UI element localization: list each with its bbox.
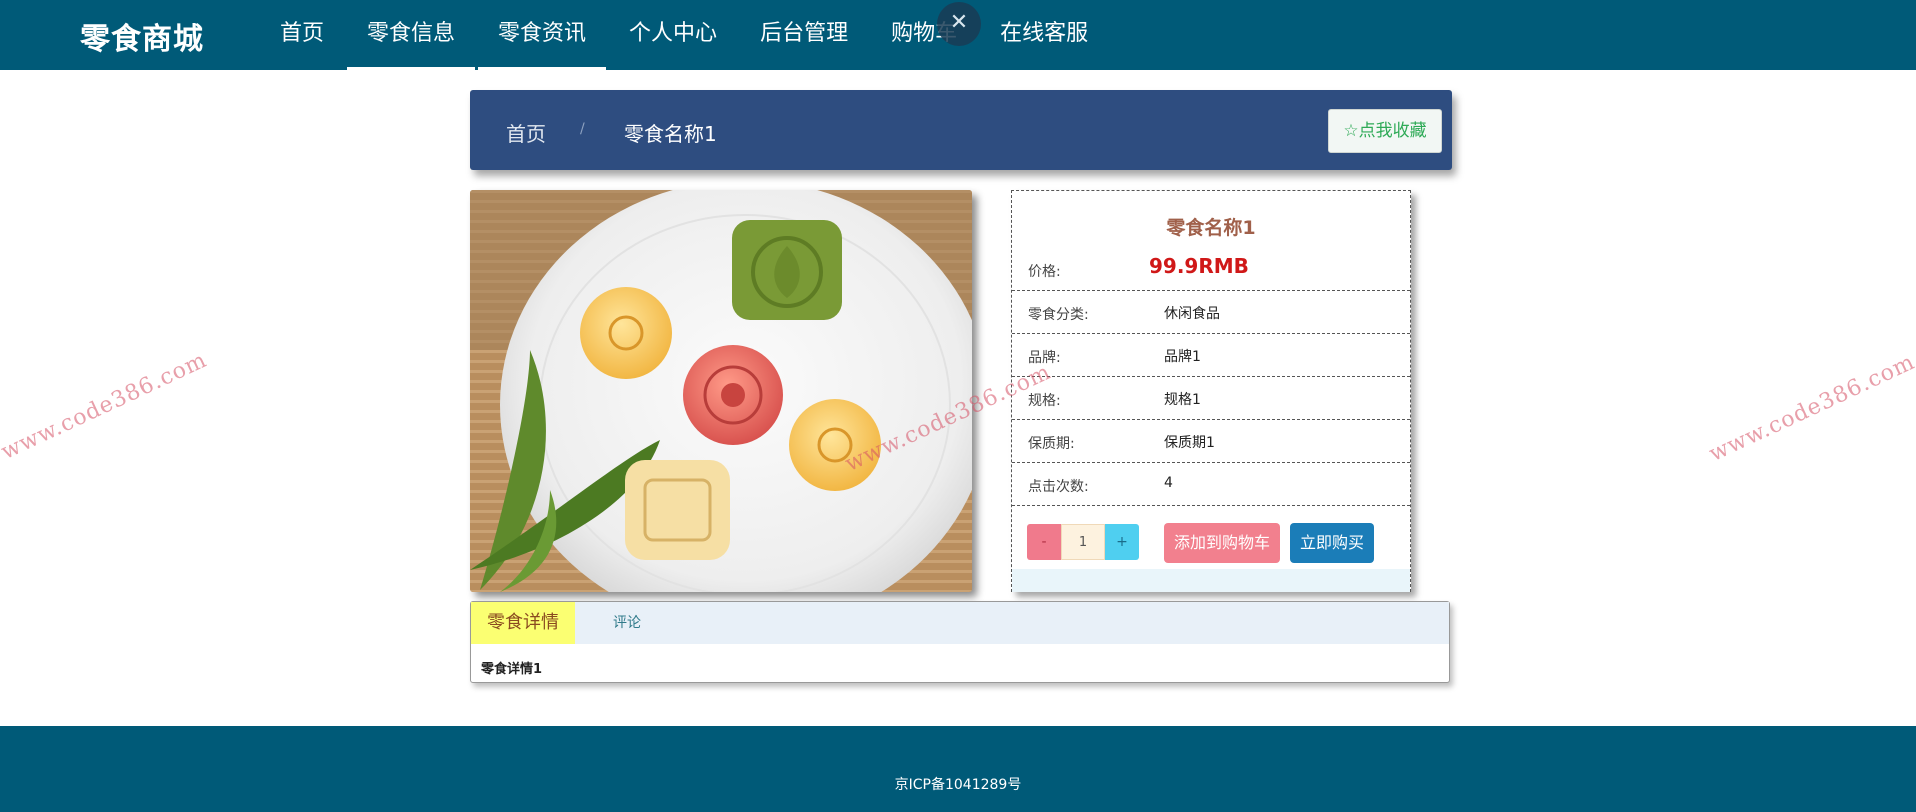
shelf-life-value: 保质期1 <box>1164 435 1215 451</box>
watermark-right: www.code386.com <box>1705 349 1916 467</box>
main-nav: 首页 零食信息 零食资讯 个人中心 后台管理 购物车 在线客服 <box>260 0 1111 70</box>
tab-content: 零食详情1 <box>481 662 543 677</box>
brand-row: 品牌: 品牌1 <box>1012 334 1410 377</box>
spec-row: 规格: 规格1 <box>1012 377 1410 420</box>
product-name: 零食名称1 <box>1166 217 1256 239</box>
breadcrumb-home[interactable]: 首页 <box>506 118 546 147</box>
increase-quantity-button[interactable]: + <box>1105 524 1139 560</box>
site-logo[interactable]: 零食商城 <box>80 14 204 58</box>
decrease-quantity-button[interactable]: - <box>1027 524 1061 560</box>
info-panel-footer <box>1012 569 1410 592</box>
price-value: 99.9RMB <box>1149 254 1249 278</box>
tabs-header: 零食详情 评论 <box>471 602 1449 644</box>
tab-comments[interactable]: 评论 <box>613 602 641 644</box>
tab-details[interactable]: 零食详情 <box>471 602 575 644</box>
detail-tabs: 零食详情 评论 零食详情1 <box>470 601 1450 683</box>
nav-item-snack-news[interactable]: 零食资讯 <box>478 0 607 70</box>
page-footer: 京ICP备1041289号 <box>0 726 1916 812</box>
icp-license: 京ICP备1041289号 <box>894 777 1022 793</box>
product-info-panel: 零食名称1 价格: 99.9RMB 零食分类: 休闲食品 品牌: 品牌1 规格:… <box>1011 190 1411 592</box>
nav-item-admin[interactable]: 后台管理 <box>740 0 868 70</box>
breadcrumb: 首页 / 零食名称1 ☆点我收藏 <box>470 90 1452 170</box>
nav-item-customer-service[interactable]: 在线客服 <box>980 0 1108 70</box>
breadcrumb-current: 零食名称1 <box>624 122 717 146</box>
quantity-stepper: - + <box>1027 524 1139 560</box>
nav-item-snack-info[interactable]: 零食信息 <box>347 0 476 70</box>
clicks-row: 点击次数: 4 <box>1012 463 1410 506</box>
shelf-life-row: 保质期: 保质期1 <box>1012 420 1410 463</box>
category-row: 零食分类: 休闲食品 <box>1012 291 1410 334</box>
product-image <box>470 190 972 592</box>
watermark-left: www.code386.com <box>0 347 211 465</box>
close-icon[interactable]: ✕ <box>937 2 981 46</box>
buy-now-button[interactable]: 立即购买 <box>1290 523 1374 563</box>
spec-value: 规格1 <box>1164 392 1201 408</box>
add-to-cart-button[interactable]: 添加到购物车 <box>1164 523 1280 563</box>
category-value: 休闲食品 <box>1164 306 1220 322</box>
top-navbar: 零食商城 首页 零食信息 零食资讯 个人中心 后台管理 购物车 在线客服 ✕ <box>0 0 1916 70</box>
category-label: 零食分类: <box>1028 307 1089 323</box>
brand-value: 品牌1 <box>1164 349 1201 365</box>
nav-item-home[interactable]: 首页 <box>260 0 344 70</box>
nav-item-user-center[interactable]: 个人中心 <box>609 0 737 70</box>
price-label: 价格: <box>1028 264 1061 280</box>
spec-label: 规格: <box>1028 393 1061 409</box>
breadcrumb-separator: / <box>580 121 585 137</box>
mooncake-photo-icon <box>470 190 972 592</box>
shelf-life-label: 保质期: <box>1028 436 1075 452</box>
quantity-input[interactable] <box>1061 524 1105 560</box>
favorite-button[interactable]: ☆点我收藏 <box>1328 109 1442 153</box>
clicks-value: 4 <box>1164 475 1173 491</box>
clicks-label: 点击次数: <box>1028 479 1089 495</box>
price-row: 价格: 99.9RMB <box>1012 248 1410 291</box>
